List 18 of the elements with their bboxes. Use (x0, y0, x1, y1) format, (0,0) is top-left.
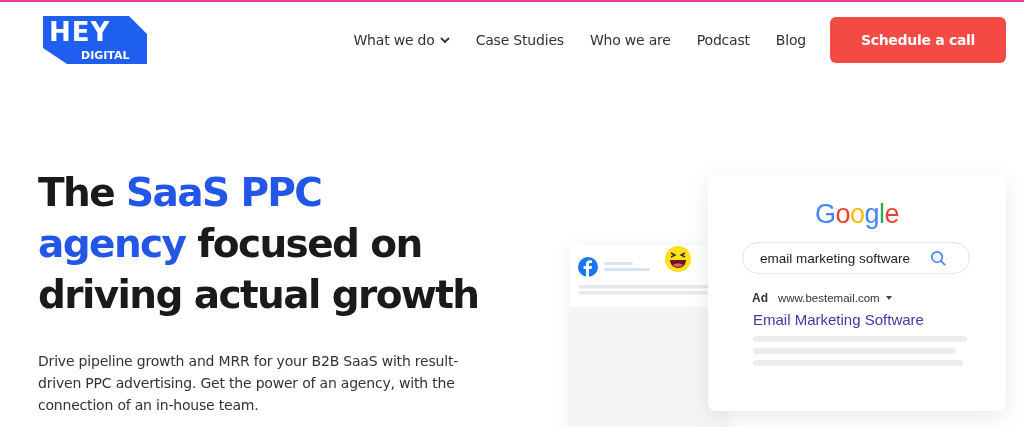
ad-label: Ad (752, 291, 768, 305)
search-icon (930, 249, 947, 267)
placeholder-lines (604, 262, 650, 272)
schedule-call-button[interactable]: Schedule a call (830, 16, 1006, 63)
headline: The SaaS PPC agency focused on driving actual growth (38, 169, 480, 319)
ad-url: www.bestemail.com (778, 292, 880, 304)
nav-link[interactable]: Case Studies (462, 31, 577, 48)
nav-link[interactable]: Who we are (576, 31, 684, 48)
nav-link[interactable]: Blog (762, 31, 819, 48)
nav-link[interactable]: What we do (340, 31, 463, 48)
logo[interactable]: HEY DIGITAL (41, 13, 149, 66)
ad-title-link[interactable]: Email Marketing Software (753, 311, 924, 328)
laughing-emoji-icon (664, 245, 692, 273)
dropdown-triangle-icon (885, 296, 892, 300)
chevron-down-icon (439, 36, 450, 43)
intro-text: Drive pipeline growth and MRR for your B2B SaaS with result-driven PPC advertising. Get the power of an agency, with the connection of an in-house team. (38, 352, 460, 415)
google-logo: Google (814, 199, 900, 230)
nav-link[interactable]: Podcast (683, 31, 763, 48)
